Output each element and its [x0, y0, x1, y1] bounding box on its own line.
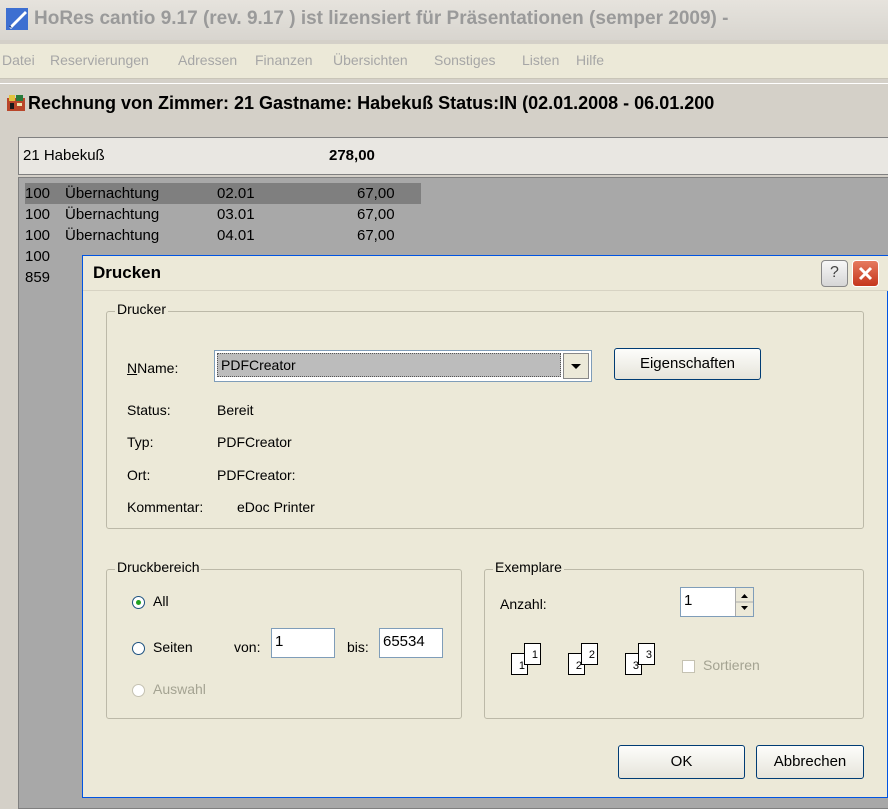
from-input[interactable]: 1 — [271, 628, 335, 658]
menu-uebersichten[interactable]: Übersichten — [333, 52, 408, 68]
print-dialog: Drucken ? Drucker NName: PDFCreator Eige… — [82, 255, 888, 798]
menu-finanzen[interactable]: Finanzen — [255, 52, 313, 68]
summary-guest: 21 Habekuß — [23, 147, 105, 164]
printer-name-label: NName: — [127, 360, 179, 376]
app-title-bar: HoRes cantio 9.17 (rev. 9.17 ) ist lizen… — [0, 0, 888, 40]
app-title: HoRes cantio 9.17 (rev. 9.17 ) ist lizen… — [34, 8, 729, 29]
range-pages-radio[interactable] — [132, 642, 145, 655]
printer-group — [106, 311, 864, 529]
status-label: Status: — [127, 402, 171, 418]
copies-group-label: Exemplare — [493, 559, 564, 575]
menu-hilfe[interactable]: Hilfe — [576, 52, 604, 68]
from-label: von: — [234, 639, 261, 655]
type-label: Typ: — [127, 434, 154, 450]
invoice-title-bar: Rechnung von Zimmer: 21 Gastname: Habeku… — [0, 83, 888, 122]
ok-button[interactable]: OK — [618, 745, 745, 779]
properties-button[interactable]: Eigenschaften — [614, 348, 761, 380]
dialog-title: Drucken — [93, 263, 162, 282]
to-input[interactable]: 65534 — [379, 628, 443, 658]
type-value: PDFCreator — [217, 434, 292, 450]
copies-spinner[interactable] — [735, 588, 753, 616]
app-logo-icon — [6, 8, 28, 30]
collate-label[interactable]: Sortieren — [703, 657, 760, 673]
location-value: PDFCreator: — [217, 467, 296, 483]
range-selection-label[interactable]: Auswahl — [153, 681, 206, 697]
copies-count-label: Anzahl: — [500, 596, 547, 612]
close-icon — [858, 266, 873, 281]
range-pages-label[interactable]: Seiten — [153, 639, 193, 655]
help-button[interactable]: ? — [821, 260, 848, 287]
print-range-group-label: Druckbereich — [115, 559, 202, 575]
help-icon: ? — [830, 264, 839, 281]
invoice-summary: 21 Habekuß 278,00 — [18, 137, 888, 175]
range-selection-radio[interactable] — [132, 684, 145, 697]
range-all-radio[interactable] — [132, 596, 145, 609]
menu-adressen[interactable]: Adressen — [178, 52, 237, 68]
range-all-label[interactable]: All — [153, 593, 169, 609]
to-label: bis: — [347, 639, 369, 655]
close-button[interactable] — [852, 260, 879, 287]
copies-group — [484, 569, 864, 719]
summary-total: 278,00 — [329, 147, 375, 164]
cancel-button[interactable]: Abbrechen — [756, 745, 864, 779]
comment-value: eDoc Printer — [237, 499, 315, 515]
comment-label: Kommentar: — [127, 499, 204, 515]
printer-group-label: Drucker — [115, 301, 169, 317]
status-value: Bereit — [217, 402, 254, 418]
collate-checkbox[interactable] — [682, 660, 695, 673]
location-label: Ort: — [127, 467, 151, 483]
dropdown-arrow[interactable] — [563, 353, 589, 379]
copies-count-value: 1 — [684, 592, 693, 609]
menu-datei[interactable]: Datei — [2, 52, 35, 68]
invoice-title: Rechnung von Zimmer: 21 Gastname: Habeku… — [28, 93, 715, 113]
invoice-window-icon — [7, 95, 25, 111]
spinner-arrows-icon — [736, 594, 753, 610]
dialog-title-bar: Drucken ? — [83, 256, 888, 291]
list-item[interactable]: 100 Übernachtung 02.01 67,00 — [25, 183, 421, 204]
chevron-down-icon — [571, 364, 581, 369]
menu-bar: Datei Reservierungen Adressen Finanzen Ü… — [0, 44, 888, 79]
copies-count-input[interactable]: 1 — [680, 587, 754, 617]
printer-name-select[interactable]: PDFCreator — [214, 350, 592, 382]
printer-name-value: PDFCreator — [217, 353, 561, 377]
menu-sonstiges[interactable]: Sonstiges — [434, 52, 495, 68]
menu-listen[interactable]: Listen — [522, 52, 559, 68]
menu-reservierungen[interactable]: Reservierungen — [50, 52, 149, 68]
